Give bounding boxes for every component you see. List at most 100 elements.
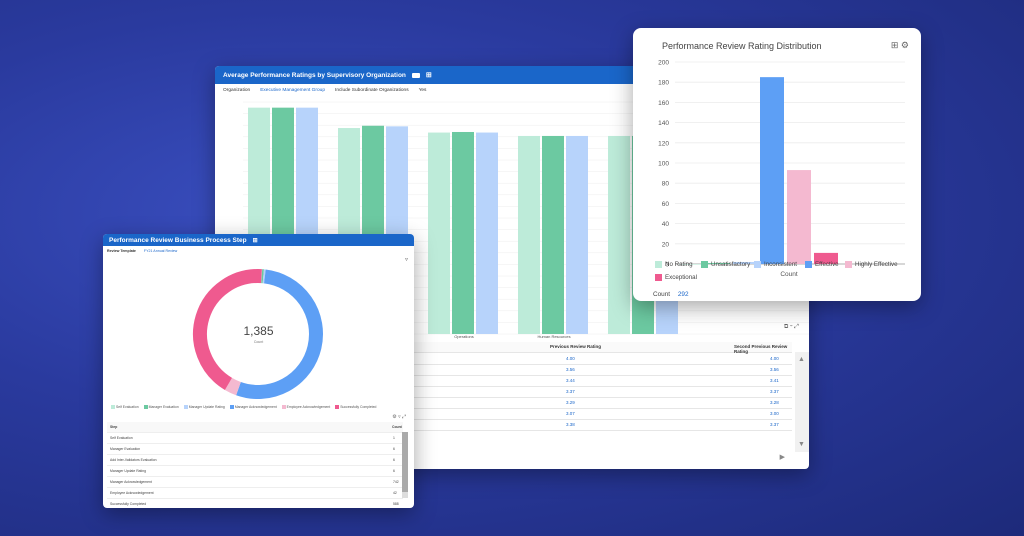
table-toggle-icon[interactable]: [411, 72, 420, 78]
include-subordinate-label: Include Subordinate Organizations: [335, 88, 409, 93]
rating-bar[interactable]: [787, 170, 811, 264]
rating-bar[interactable]: [760, 77, 784, 265]
table-row[interactable]: Manager Acknowledgement 742: [107, 477, 403, 488]
process-table-scrollbar[interactable]: [402, 432, 408, 498]
legend-item[interactable]: Effective: [805, 261, 839, 268]
count-cell[interactable]: 6: [393, 458, 395, 462]
avg-rating-bar[interactable]: [452, 131, 474, 334]
previous-rating-cell[interactable]: 3.44: [566, 378, 575, 383]
step-cell: Manager Update Rating: [110, 469, 147, 473]
legend-label: Exceptional: [665, 274, 697, 282]
legend-label: Inconsistent: [764, 261, 798, 269]
count-cell[interactable]: 6: [393, 469, 395, 473]
table-row[interactable]: 4.00 4.00: [410, 354, 792, 365]
table-tools-icon[interactable]: ⧉ ▿ ⤢: [784, 324, 799, 331]
settings-gear-icon[interactable]: ⚙: [901, 40, 909, 50]
legend-label: Manager Update Rating: [188, 405, 225, 409]
legend-item[interactable]: Employee Acknowledgement: [281, 405, 331, 410]
options-icon[interactable]: ⊞: [253, 237, 258, 244]
rating-distribution-window: Performance Review Rating Distribution ⊞…: [633, 28, 921, 301]
legend-label: Successfully Completed: [340, 405, 377, 409]
step-cell: Manager Evaluation: [110, 447, 141, 451]
business-process-title: Performance Review Business Process Step: [109, 236, 247, 244]
process-table-header: Step Count: [107, 422, 403, 433]
table-row[interactable]: Self Evaluation 1: [107, 433, 403, 444]
avg-rating-bar[interactable]: [428, 132, 450, 334]
table-row[interactable]: 3.29 3.28: [410, 398, 792, 409]
donut-slice[interactable]: [224, 377, 241, 396]
table-tools-icon[interactable]: ⚙ ▿ ⤢: [392, 414, 406, 420]
previous-rating-cell[interactable]: 3.38: [566, 422, 575, 427]
business-process-window: Performance Review Business Process Step…: [103, 234, 414, 508]
second-previous-rating-cell[interactable]: 3.00: [770, 411, 779, 416]
legend-item[interactable]: Manager Evaluation: [143, 405, 179, 410]
legend-item[interactable]: Highly Effective: [845, 261, 898, 268]
avg-rating-bar[interactable]: [608, 135, 630, 334]
table-row[interactable]: Manager Update Rating 6: [107, 466, 403, 477]
avg-rating-bar[interactable]: [542, 135, 564, 334]
second-previous-rating-cell[interactable]: 3.56: [770, 367, 779, 372]
count-cell[interactable]: 42: [393, 491, 397, 495]
previous-rating-cell[interactable]: 4.00: [566, 356, 575, 361]
rating-distribution-title: Performance Review Rating Distribution: [662, 41, 822, 51]
table-row[interactable]: Successfully Completed 588: [107, 499, 403, 508]
review-template-filter: Review Template FY21 Annual Review: [107, 249, 177, 253]
legend-item[interactable]: Exceptional: [655, 274, 697, 281]
previous-rating-cell[interactable]: 3.29: [566, 400, 575, 405]
business-process-header: Performance Review Business Process Step…: [103, 234, 414, 246]
org-filter-value[interactable]: Executive Management Group: [260, 88, 325, 93]
scroll-down-icon[interactable]: ▼: [798, 441, 805, 448]
table-row[interactable]: 3.38 3.37: [410, 420, 792, 431]
y-tick-label: 180: [658, 80, 669, 87]
col-count: Count: [392, 425, 402, 429]
review-template-value[interactable]: FY21 Annual Review: [144, 249, 177, 253]
rating-count: Count 292: [653, 291, 689, 298]
legend-item[interactable]: No Rating: [655, 261, 693, 268]
legend-item[interactable]: Manager Acknowledgement: [229, 405, 277, 410]
rating-count-value[interactable]: 292: [678, 291, 689, 298]
count-cell[interactable]: 588: [393, 502, 399, 506]
table-view-icon[interactable]: ⊞: [891, 40, 899, 50]
second-previous-rating-cell[interactable]: 3.28: [770, 400, 779, 405]
avg-rating-bar[interactable]: [518, 135, 540, 334]
second-previous-rating-cell[interactable]: 3.37: [770, 422, 779, 427]
legend-item[interactable]: Successfully Completed: [335, 405, 377, 410]
avg-rating-bar[interactable]: [566, 135, 588, 334]
process-step-table: Step Count Self Evaluation 1 Manager Evalu…: [107, 422, 403, 508]
previous-rating-cell[interactable]: 3.56: [566, 367, 575, 372]
table-row[interactable]: 3.44 3.41: [410, 376, 792, 387]
y-tick-label: 120: [658, 140, 669, 147]
second-previous-rating-cell[interactable]: 3.37: [770, 389, 779, 394]
y-tick-label: 200: [658, 60, 669, 67]
table-row[interactable]: 3.07 3.00: [410, 409, 792, 420]
legend-label: Employee Acknowledgement: [286, 405, 331, 409]
legend-item[interactable]: Inconsistent: [754, 261, 797, 268]
legend-swatch: [754, 261, 761, 268]
previous-rating-cell[interactable]: 3.37: [566, 389, 575, 394]
col-step: Step: [110, 425, 118, 429]
legend-item[interactable]: Self Evaluation: [111, 405, 139, 410]
count-cell[interactable]: 6: [393, 447, 395, 451]
avg-ratings-table: ⧉ ▿ ⤢ Previous Review Rating Second Prev…: [410, 324, 809, 469]
related-actions-icon[interactable]: ⊞: [426, 71, 432, 79]
table-row[interactable]: Manager Evaluation 6: [107, 444, 403, 455]
avg-rating-bar[interactable]: [476, 132, 498, 334]
legend-item[interactable]: Unsatisfactory: [701, 261, 750, 268]
previous-rating-cell[interactable]: 3.07: [566, 411, 575, 416]
count-cell[interactable]: 742: [393, 480, 399, 484]
table-header-row: Previous Review Rating Second Previous R…: [410, 342, 792, 354]
x-axis-label: Count: [780, 271, 798, 278]
legend-item[interactable]: Manager Update Rating: [183, 405, 225, 410]
scroll-up-icon[interactable]: ▲: [798, 356, 805, 363]
table-row[interactable]: 3.37 3.37: [410, 387, 792, 398]
table-row[interactable]: Add Inter-Validators Evaluation 6: [107, 455, 403, 466]
scroll-right-icon[interactable]: ▶: [780, 453, 785, 461]
y-tick-label: 100: [658, 161, 669, 168]
count-cell[interactable]: 1: [393, 436, 395, 440]
table-row[interactable]: 3.56 3.56: [410, 365, 792, 376]
table-row[interactable]: Employee Acknowledgement 42: [107, 488, 403, 499]
legend-swatch: [229, 405, 234, 410]
table-scrollbar[interactable]: ▲ ▼: [795, 352, 809, 452]
second-previous-rating-cell[interactable]: 4.00: [770, 356, 779, 361]
second-previous-rating-cell[interactable]: 3.41: [770, 378, 779, 383]
